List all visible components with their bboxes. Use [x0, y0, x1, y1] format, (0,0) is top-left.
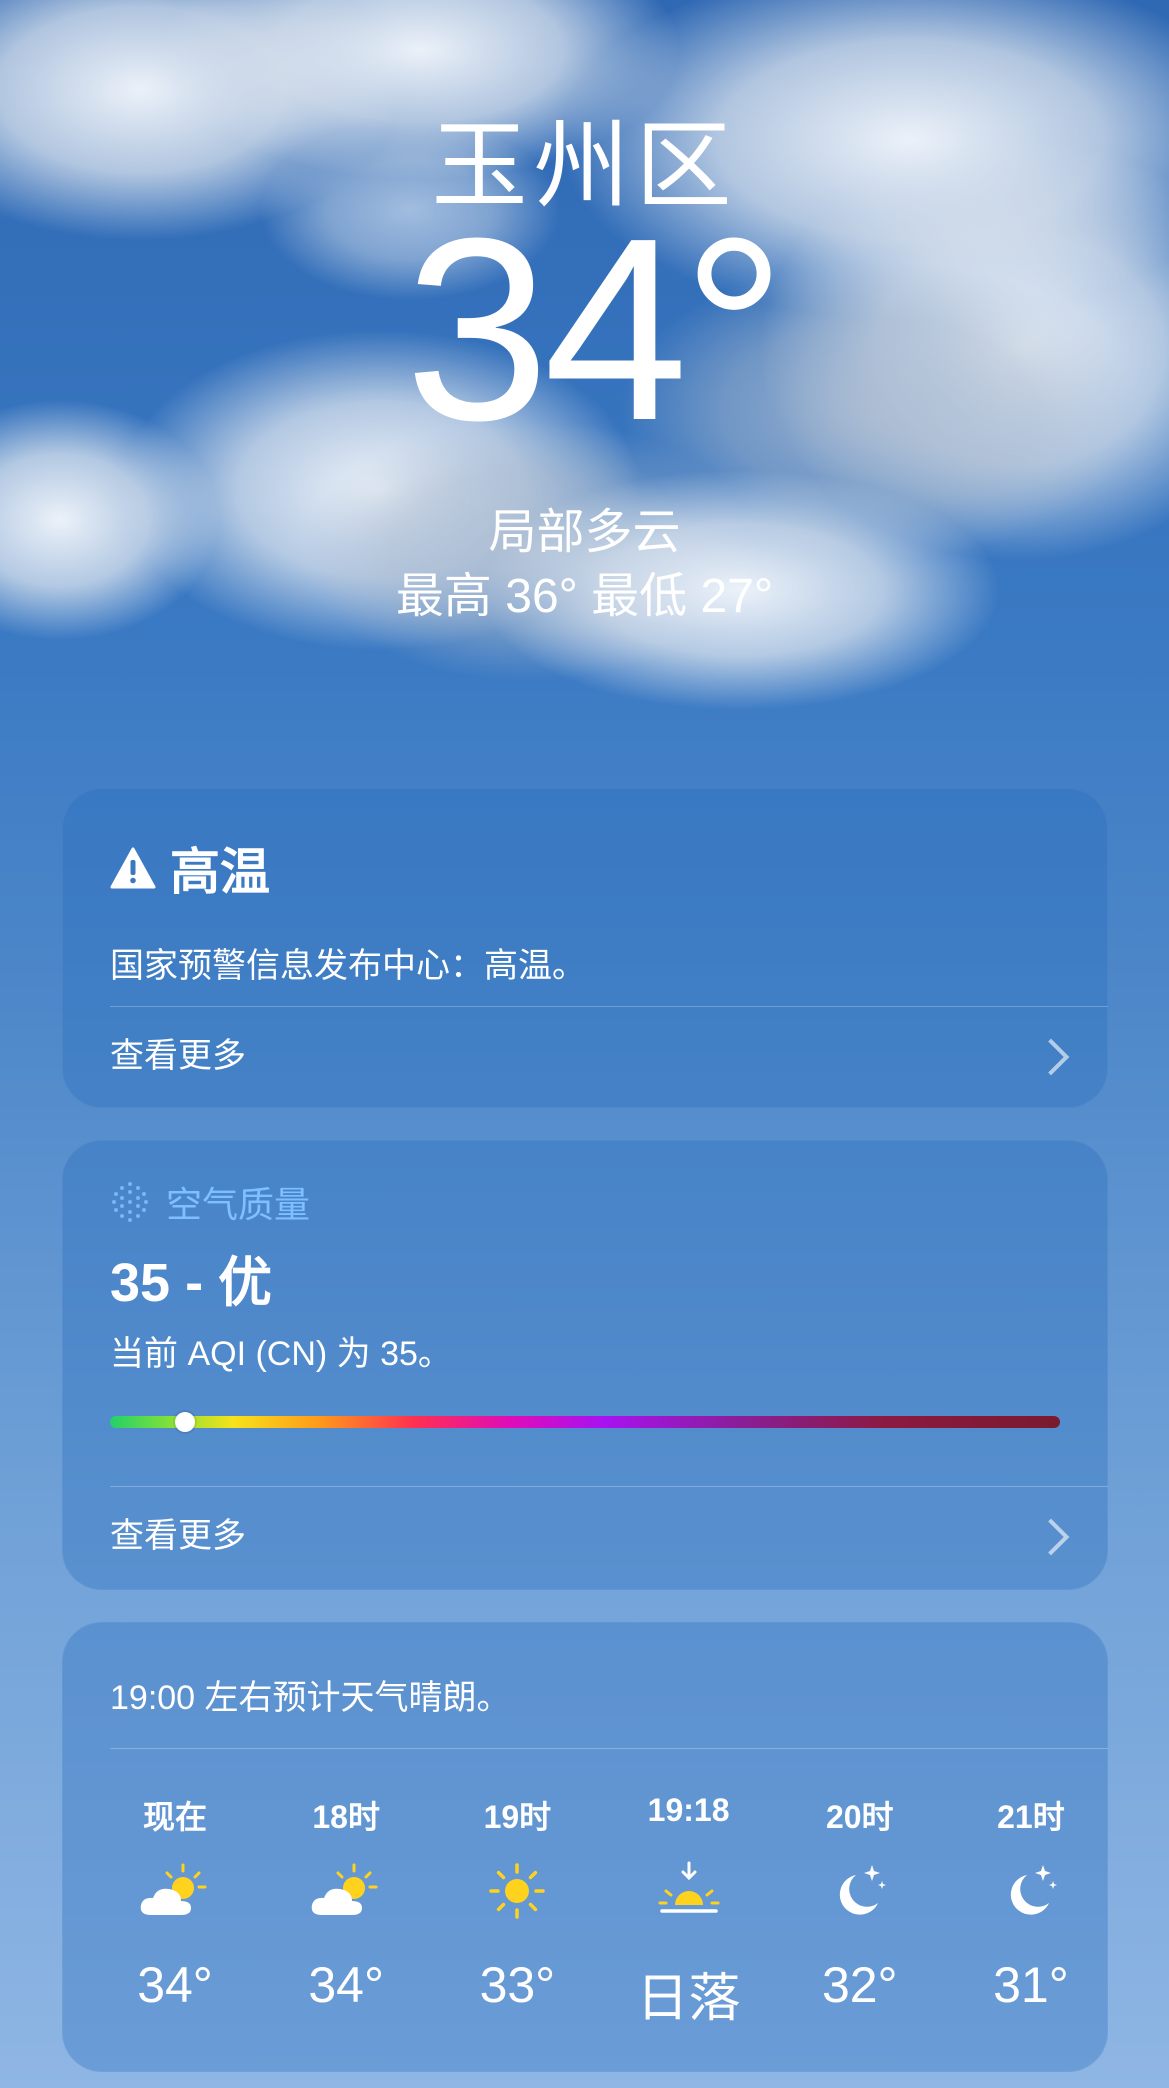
hour-item: 20时 32°: [795, 1792, 925, 2052]
partly-cloudy-sun-icon: [110, 1836, 240, 1946]
hourly-forecast-list[interactable]: 现在 34° 18时 34° 19时 33° 19:18 日落 20时 32° …: [110, 1792, 1096, 2052]
hour-item: 现在 34°: [110, 1792, 240, 2052]
severe-weather-alert-card[interactable]: 高温 国家预警信息发布中心：高温。 查看更多: [62, 788, 1108, 1108]
divider: [110, 1006, 1108, 1007]
hour-item: 18时 34°: [281, 1792, 411, 2052]
alert-see-more-link[interactable]: 查看更多: [110, 1028, 246, 1077]
moon-stars-icon: [795, 1836, 925, 1946]
chevron-right-icon[interactable]: [1032, 1038, 1070, 1076]
air-quality-header: 空气质量: [110, 1176, 310, 1228]
sun-icon: [452, 1836, 582, 1946]
hour-time: 19时: [483, 1799, 552, 1835]
partly-cloudy-sun-icon: [281, 1836, 411, 1946]
hour-temperature: 32°: [821, 1957, 898, 2013]
sunset-icon: [624, 1836, 754, 1946]
hour-time: 21时: [997, 1799, 1065, 1835]
aqi-value: 35 - 优: [110, 1253, 273, 1313]
alert-title: 高温: [110, 832, 270, 904]
aqi-scale-indicator: [175, 1412, 196, 1432]
hour-time: 18时: [312, 1799, 380, 1835]
alert-title-text: 高温: [170, 844, 270, 900]
hour-time: 20时: [825, 1799, 894, 1835]
sunset-label: 日落: [636, 1970, 741, 2028]
chevron-right-icon[interactable]: [1032, 1518, 1070, 1556]
high-low-temperature: 最高 36° 最低 27°: [395, 570, 774, 623]
hour-item: 19时 33°: [452, 1792, 582, 2052]
divider: [110, 1486, 1108, 1487]
air-quality-dots-icon: [112, 1182, 148, 1222]
hour-temperature: 33°: [479, 1957, 556, 2013]
warning-triangle-icon: [110, 847, 156, 889]
divider: [110, 1748, 1108, 1749]
air-quality-card[interactable]: 空气质量 35 - 优 当前 AQI (CN) 为 35。 查看更多: [62, 1140, 1108, 1590]
moon-stars-icon: [966, 1836, 1096, 1946]
current-condition: 局部多云: [488, 506, 681, 559]
hour-time: 现在: [142, 1799, 207, 1835]
current-temperature: 34°: [404, 185, 786, 475]
aqi-scale-bar: [110, 1412, 1060, 1432]
hourly-forecast-card[interactable]: 19:00 左右预计天气晴朗。 现在 34° 18时 34° 19时 33° 1…: [62, 1622, 1108, 2072]
hour-temperature: 34°: [308, 1957, 384, 2013]
hour-item: 19:18 日落: [624, 1792, 754, 2052]
forecast-summary: 19:00 左右预计天气晴朗。: [110, 1679, 511, 1717]
aqi-description: 当前 AQI (CN) 为 35。: [110, 1335, 452, 1373]
hour-time: 19:18: [647, 1792, 730, 1828]
hour-temperature: 34°: [137, 1957, 213, 2013]
air-quality-label: 空气质量: [166, 1184, 311, 1225]
hour-temperature: 31°: [993, 1957, 1069, 2013]
alert-body: 国家预警信息发布中心：高温。: [110, 947, 586, 985]
hour-item: 21时 31°: [966, 1792, 1096, 2052]
aqi-see-more-link[interactable]: 查看更多: [110, 1508, 246, 1557]
